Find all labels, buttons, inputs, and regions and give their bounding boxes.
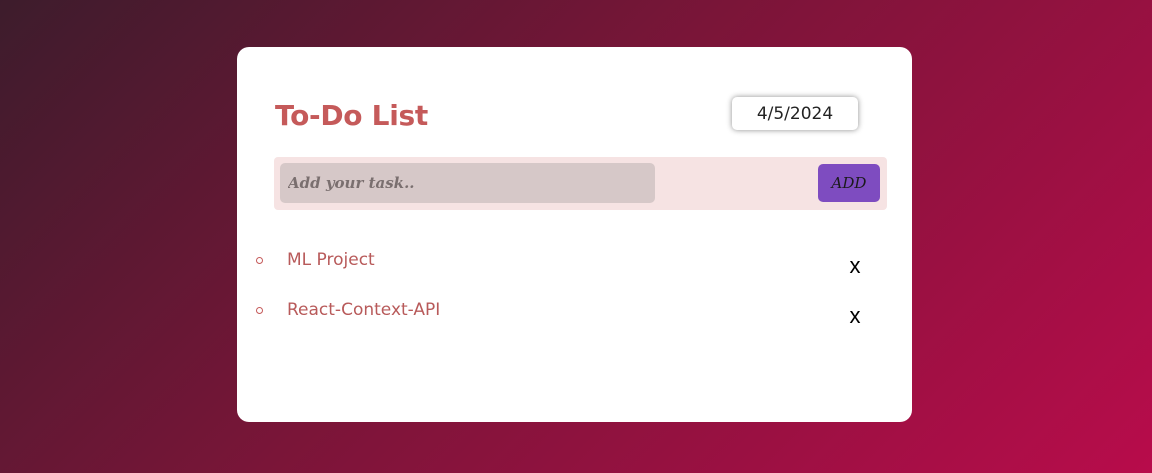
task-input[interactable]	[280, 163, 655, 203]
task-list: ML Project x React-Context-API x	[237, 245, 912, 345]
bullet-icon	[256, 307, 263, 314]
bullet-icon	[256, 257, 263, 264]
date-display: 4/5/2024	[732, 97, 858, 130]
todo-card: To-Do List 4/5/2024 ADD ML Project x Rea…	[237, 47, 912, 422]
add-button[interactable]: ADD	[818, 164, 880, 202]
task-text[interactable]: ML Project	[287, 250, 375, 270]
add-task-bar: ADD	[274, 157, 887, 210]
task-item: ML Project x	[237, 245, 912, 295]
delete-task-button[interactable]: x	[847, 305, 863, 327]
task-item: React-Context-API x	[237, 295, 912, 345]
delete-task-button[interactable]: x	[847, 255, 863, 277]
task-text[interactable]: React-Context-API	[287, 300, 440, 320]
page-title: To-Do List	[275, 99, 428, 132]
